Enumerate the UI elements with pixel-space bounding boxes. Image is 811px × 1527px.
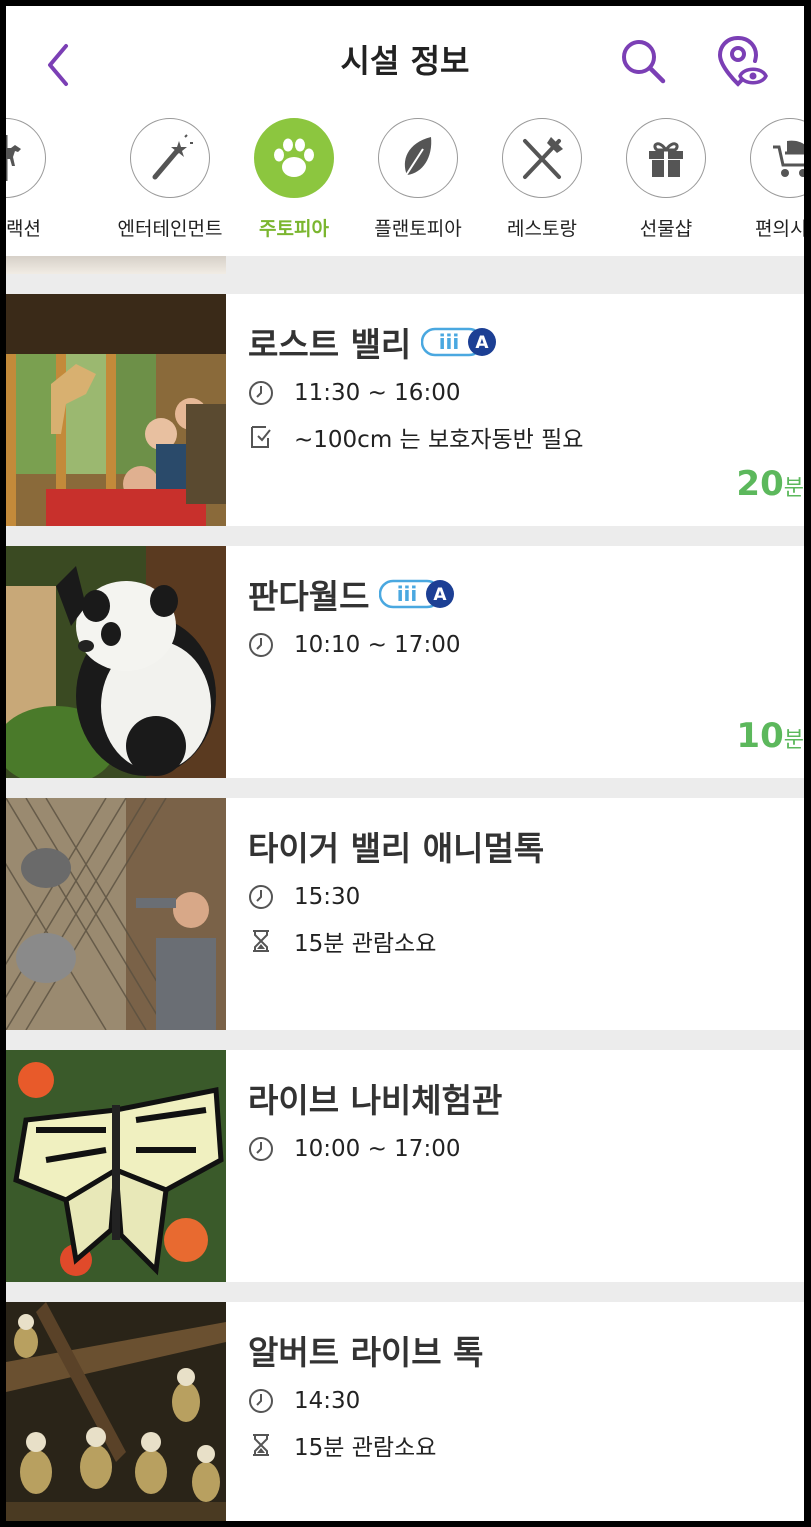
facility-name: 타이거 밸리 애니멀톡	[248, 829, 545, 868]
clock-icon	[249, 633, 273, 657]
category-tabs: 어트랙션 엔터테인먼트	[6, 106, 804, 256]
tab-entertainment[interactable]: 엔터테인먼트	[110, 118, 230, 248]
facility-card-live-butterfly[interactable]: 라이브 나비체험관 10:00 ~ 17:00	[6, 1050, 804, 1282]
tab-zootopia[interactable]: 주토피아	[234, 118, 354, 248]
svg-text:A: A	[476, 333, 490, 353]
facility-thumbnail	[6, 1302, 226, 1521]
height-restriction: ~100cm 는 보호자동반 필요	[248, 422, 583, 453]
operating-hours: 10:10 ~ 17:00	[248, 630, 460, 660]
clock-icon	[249, 1137, 273, 1161]
facility-card-panda-world[interactable]: 판다월드 iii A 10:10 ~ 17:00 10분	[6, 546, 804, 778]
map-view-button[interactable]	[714, 34, 770, 92]
hourglass-icon	[253, 1434, 269, 1456]
tab-amenities[interactable]: 편의시설	[730, 118, 804, 248]
svg-text:A: A	[434, 585, 448, 605]
magic-wand-icon	[152, 134, 193, 180]
height-check-icon	[251, 426, 271, 448]
location-eye-icon	[717, 36, 768, 87]
facility-card-lost-valley[interactable]: 로스트 밸리 iii A 11:30 ~ 16:00 ~100cm 는 보호자동…	[6, 294, 804, 526]
accessibility-badge-icon: iii A	[421, 327, 497, 357]
facility-thumbnail	[6, 294, 226, 526]
tab-plantopia[interactable]: 플랜토피아	[358, 118, 478, 248]
facility-card-tiger-valley-talk[interactable]: 타이거 밸리 애니멀톡 15:30 15분 관람소요	[6, 798, 804, 1030]
clock-icon	[249, 381, 273, 405]
tab-gift-shop[interactable]: 선물샵	[606, 118, 726, 248]
facility-thumbnail	[6, 546, 226, 778]
clock-icon	[249, 1389, 273, 1413]
search-icon	[622, 40, 666, 84]
carousel-horse-icon	[6, 135, 21, 181]
show-time: 14:30	[248, 1386, 360, 1416]
accessibility-badge: iii A	[421, 327, 497, 357]
header: 시설 정보	[6, 6, 804, 106]
gift-icon	[649, 142, 683, 177]
facility-card-albert-live-talk[interactable]: 알버트 라이브 톡 14:30 15분 관람소요	[6, 1302, 804, 1521]
svg-text:iii: iii	[397, 582, 418, 606]
search-button[interactable]	[618, 36, 668, 88]
wait-time: 20분	[736, 464, 804, 504]
tab-attractions[interactable]: 어트랙션	[6, 118, 66, 248]
facility-thumbnail	[6, 1050, 226, 1282]
duration: 15분 관람소요	[248, 926, 436, 957]
facility-name: 라이브 나비체험관	[248, 1081, 503, 1120]
facility-name: 로스트 밸리	[248, 325, 412, 364]
accessibility-badge-icon: iii A	[379, 579, 455, 609]
tab-restaurant[interactable]: 레스토랑	[482, 118, 602, 248]
stroller-icon	[773, 140, 804, 177]
fork-knife-icon	[523, 137, 563, 179]
app-screen: 시설 정보 어트랙	[6, 6, 804, 1521]
page-title: 시설 정보	[340, 42, 470, 80]
operating-hours: 11:30 ~ 16:00	[248, 378, 460, 408]
leaf-icon	[402, 137, 432, 181]
clock-icon	[249, 885, 273, 909]
operating-hours: 10:00 ~ 17:00	[248, 1134, 460, 1164]
facility-name: 알버트 라이브 톡	[248, 1333, 484, 1372]
accessibility-badge: iii A	[379, 579, 455, 609]
facility-name: 판다월드	[248, 577, 370, 616]
facility-thumbnail	[6, 798, 226, 1030]
paw-icon	[274, 138, 314, 177]
hourglass-icon	[253, 930, 269, 952]
previous-item-peek	[6, 256, 226, 274]
wait-time: 10분	[736, 716, 804, 756]
duration: 15분 관람소요	[248, 1430, 436, 1461]
svg-text:iii: iii	[439, 330, 460, 354]
show-time: 15:30	[248, 882, 360, 912]
